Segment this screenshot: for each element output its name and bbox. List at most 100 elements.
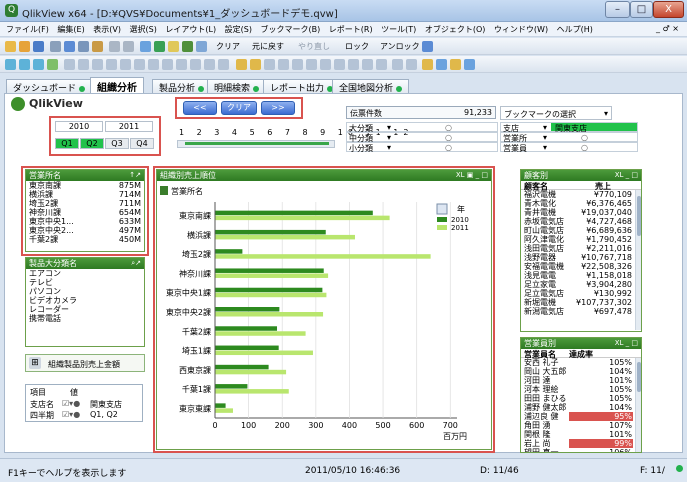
tab-product-analysis[interactable]: 製品分析 xyxy=(152,79,212,94)
year-2011[interactable]: 2011 xyxy=(105,121,153,132)
new-document-icon[interactable] xyxy=(5,41,16,52)
month-6[interactable]: 6 xyxy=(267,128,277,137)
month-7[interactable]: 7 xyxy=(285,128,295,137)
line-obj-icon[interactable] xyxy=(148,59,159,70)
customer-row[interactable]: 赤坂電気店 ¥4,727,468 xyxy=(521,217,641,226)
clear-nav-button[interactable]: クリア xyxy=(221,101,257,115)
spread-h-icon[interactable] xyxy=(348,59,359,70)
customer-row[interactable]: 浅見電電 ¥1,158,018 xyxy=(521,271,641,280)
unlock-button[interactable]: アンロック xyxy=(380,41,420,52)
product-list-item[interactable]: パソコン xyxy=(26,287,144,296)
search-icon[interactable]: ⌕↗ xyxy=(131,258,141,269)
org-row[interactable]: 支店 ▾ 関東支店 xyxy=(500,122,638,133)
zoom-icon[interactable] xyxy=(406,59,417,70)
menu-help[interactable]: ヘルプ(H) xyxy=(557,24,593,35)
menu-layout[interactable]: レイアウト(L) xyxy=(165,24,216,35)
product-list-item[interactable]: ビデオカメラ xyxy=(26,296,144,305)
cut-icon[interactable] xyxy=(64,41,75,52)
office-list-item[interactable]: 神奈川課 654M xyxy=(26,208,144,217)
chart-icon[interactable] xyxy=(154,41,165,52)
customer-row[interactable]: 安福電電機 ¥22,508,326 xyxy=(521,262,641,271)
current-selections-icon[interactable] xyxy=(190,59,201,70)
month-4[interactable]: 4 xyxy=(232,128,242,137)
menu-select[interactable]: 選択(S) xyxy=(130,24,157,35)
tablebox-icon[interactable] xyxy=(106,59,117,70)
customer-row[interactable]: 足立電気店 ¥130,992 xyxy=(521,289,641,298)
office-list-item[interactable]: 東京南課 875M xyxy=(26,181,144,190)
staff-row[interactable]: 岡山 大五郎 104% xyxy=(521,367,641,376)
staff-row[interactable]: 角田 湧 107% xyxy=(521,421,641,430)
forward-nav-button[interactable]: >> xyxy=(261,101,295,115)
bookmark-select[interactable]: ブックマークの選択 ▾ xyxy=(500,106,612,120)
format-painter-icon[interactable] xyxy=(436,59,447,70)
print-icon[interactable] xyxy=(50,41,61,52)
align-top-icon[interactable] xyxy=(306,59,317,70)
customer-row[interactable]: 浅野電器 ¥10,767,718 xyxy=(521,253,641,262)
customer-row[interactable]: 浅田電気店 ¥2,211,016 xyxy=(521,244,641,253)
table-wizard-icon[interactable] xyxy=(250,59,261,70)
staff-row[interactable]: 浦辺良 健 95% xyxy=(521,412,641,421)
save-icon[interactable] xyxy=(33,41,44,52)
staff-row[interactable]: 浦野 健太郎 104% xyxy=(521,403,641,412)
undo-icon[interactable] xyxy=(109,41,120,52)
chart-controls-icon[interactable]: XL ▣ _ □ xyxy=(456,170,488,181)
product-list-item[interactable]: テレビ xyxy=(26,278,144,287)
forward-button[interactable]: やり直し xyxy=(298,41,330,52)
quarter-q3[interactable]: Q3 xyxy=(105,138,129,149)
quarter-q1[interactable]: Q1 xyxy=(55,138,79,149)
design-grid-icon[interactable] xyxy=(422,59,433,70)
redo-icon[interactable] xyxy=(123,41,134,52)
staff-row[interactable]: 岩上 尚 99% xyxy=(521,439,641,448)
search-obj-icon[interactable] xyxy=(218,59,229,70)
month-3[interactable]: 3 xyxy=(214,128,224,137)
menu-edit[interactable]: 編集(E) xyxy=(57,24,84,35)
tab-org-analysis[interactable]: 組織分析 xyxy=(90,77,144,94)
staff-row[interactable]: 田田 まひる 105% xyxy=(521,394,641,403)
bookmark-icon[interactable] xyxy=(422,41,433,52)
listbox-icon[interactable] xyxy=(64,59,75,70)
office-list-item[interactable]: 東京中央1... 633M xyxy=(26,217,144,226)
panel-controls-icon[interactable]: XL _ □ xyxy=(615,338,638,349)
new-sheet-icon[interactable] xyxy=(19,59,30,70)
edit-script-icon[interactable] xyxy=(168,41,179,52)
align-right-icon[interactable] xyxy=(292,59,303,70)
office-list-item[interactable]: 埼玉2課 711M xyxy=(26,199,144,208)
menu-file[interactable]: ファイル(F) xyxy=(6,24,49,35)
category-row[interactable]: 大分類 ▾ ○ xyxy=(346,122,498,133)
menu-view[interactable]: 表示(V) xyxy=(93,24,121,35)
month-8[interactable]: 8 xyxy=(302,128,312,137)
customer-row[interactable]: 町山電気店 ¥6,689,636 xyxy=(521,226,641,235)
product-list-item[interactable]: エアコン xyxy=(26,269,144,278)
menu-bookmark[interactable]: ブックマーク(B) xyxy=(261,24,321,35)
sheet-icon[interactable] xyxy=(5,59,16,70)
minimize-button[interactable]: – xyxy=(605,1,630,18)
open-folder-icon[interactable] xyxy=(19,41,30,52)
customer-row[interactable]: 青井電機 ¥19,037,040 xyxy=(521,208,641,217)
lock-icon[interactable]: ☑▾● xyxy=(62,399,80,408)
office-list-item[interactable]: 横浜課 714M xyxy=(26,190,144,199)
lock-button[interactable]: ロック xyxy=(345,41,369,52)
find-icon[interactable] xyxy=(140,41,151,52)
back-nav-button[interactable]: << xyxy=(183,101,217,115)
month-5[interactable]: 5 xyxy=(250,128,260,137)
fit-icon[interactable] xyxy=(392,59,403,70)
tab-detail-search[interactable]: 明細検索 xyxy=(207,79,267,94)
mdi-controls[interactable]: _ ♂ × xyxy=(656,24,679,33)
lock-icon[interactable]: ☑▾● xyxy=(62,410,80,419)
bookmark-obj-icon[interactable] xyxy=(204,59,215,70)
menu-tools[interactable]: ツール(T) xyxy=(381,24,416,35)
category-row[interactable]: 中分類 ▾ ○ xyxy=(346,132,498,143)
org-row[interactable]: 営業所 ▾ ○ xyxy=(500,132,638,143)
tab-dashboard[interactable]: ダッシュボード xyxy=(6,79,93,94)
close-button[interactable]: X xyxy=(653,1,684,18)
customer-row[interactable]: 新潟電気店 ¥697,478 xyxy=(521,307,641,316)
chart-wizard-icon[interactable] xyxy=(236,59,247,70)
product-list-item[interactable]: レコーダー xyxy=(26,305,144,314)
properties-icon[interactable] xyxy=(464,59,475,70)
staff-row[interactable]: 関根 隆 101% xyxy=(521,430,641,439)
tab-map-analysis[interactable]: 全国地図分析 xyxy=(332,79,410,94)
staff-row[interactable]: 望田 真一 106% xyxy=(521,448,641,452)
statbox-icon[interactable] xyxy=(78,59,89,70)
align-bottom-icon[interactable] xyxy=(334,59,345,70)
menu-report[interactable]: レポート(R) xyxy=(329,24,373,35)
